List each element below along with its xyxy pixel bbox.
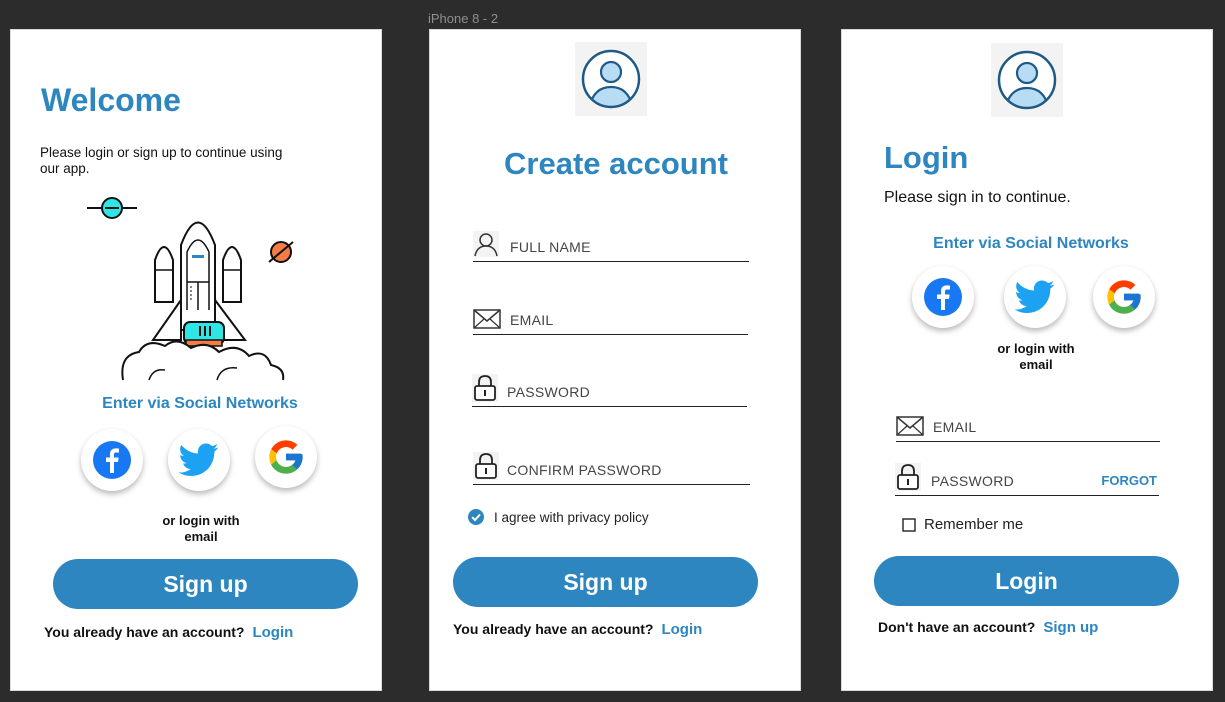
- footer-text: You already have an account?: [44, 624, 245, 640]
- social-heading: Enter via Social Networks: [933, 235, 1129, 252]
- page-title: Create account: [504, 146, 728, 181]
- twitter-icon: [1015, 280, 1055, 313]
- confirm-password-placeholder: CONFIRM PASSWORD: [507, 462, 662, 478]
- email-field[interactable]: EMAIL: [473, 301, 748, 335]
- footer-text: Don't have an account?: [878, 619, 1036, 635]
- full-name-placeholder: FULL NAME: [510, 239, 591, 255]
- footer-text: You already have an account?: [453, 621, 654, 637]
- footer: You already have an account? Login: [44, 624, 293, 641]
- facebook-button[interactable]: [912, 266, 974, 328]
- login-button[interactable]: Login: [874, 556, 1179, 606]
- full-name-field[interactable]: FULL NAME: [473, 228, 749, 262]
- social-heading: Enter via Social Networks: [102, 395, 298, 412]
- or-login-text: or login with email: [162, 513, 240, 544]
- signup-link[interactable]: Sign up: [1043, 619, 1098, 636]
- facebook-icon: [924, 278, 962, 316]
- login-link[interactable]: Login: [661, 621, 702, 638]
- planet-icon: [87, 197, 137, 219]
- twitter-button[interactable]: [1004, 266, 1066, 328]
- user-avatar-icon: [997, 50, 1057, 110]
- remember-label: Remember me: [924, 516, 1024, 533]
- login-link[interactable]: Login: [252, 624, 293, 641]
- check-circle-icon: [468, 509, 484, 525]
- signup-button[interactable]: Sign up: [453, 557, 758, 607]
- remember-me-checkbox[interactable]: Remember me: [902, 516, 1023, 533]
- mail-icon: [896, 416, 924, 436]
- twitter-button[interactable]: [168, 429, 230, 491]
- user-avatar-icon: [581, 49, 641, 109]
- google-icon: [1107, 280, 1141, 314]
- password-placeholder: PASSWORD: [931, 473, 1015, 489]
- lock-icon: [472, 374, 498, 402]
- agree-label: I agree with privacy policy: [494, 509, 649, 525]
- facebook-icon: [93, 441, 131, 479]
- user-icon: [473, 231, 499, 257]
- page-subtitle: Please login or sign up to continue usin…: [40, 145, 283, 176]
- avatar: [991, 43, 1063, 117]
- email-field[interactable]: EMAIL: [896, 408, 1160, 442]
- lock-icon: [473, 452, 499, 480]
- google-button[interactable]: [1093, 266, 1155, 328]
- google-icon: [269, 440, 303, 474]
- email-placeholder: EMAIL: [933, 419, 977, 435]
- lock-icon: [895, 463, 921, 491]
- password-field[interactable]: PASSWORD FORGOT: [895, 462, 1159, 496]
- frame-label: iPhone 8 - 2: [428, 11, 499, 26]
- facebook-button[interactable]: [81, 429, 143, 491]
- signup-button[interactable]: Sign up: [53, 559, 358, 609]
- or-login-text: or login with email: [997, 341, 1075, 372]
- page-subtitle: Please sign in to continue.: [884, 189, 1071, 206]
- password-placeholder: PASSWORD: [507, 384, 591, 400]
- avatar: [575, 42, 647, 116]
- planet-icon: [268, 241, 294, 263]
- password-field[interactable]: PASSWORD: [472, 373, 747, 407]
- welcome-screen: Welcome Please login or sign up to conti…: [10, 29, 382, 691]
- footer: Don't have an account? Sign up: [878, 619, 1098, 636]
- page-title: Login: [884, 140, 969, 175]
- page-title: Welcome: [41, 82, 181, 118]
- confirm-password-field[interactable]: CONFIRM PASSWORD: [473, 451, 750, 485]
- footer: You already have an account? Login: [453, 621, 702, 638]
- checkbox-icon: [902, 517, 916, 532]
- email-placeholder: EMAIL: [510, 312, 554, 328]
- agree-checkbox[interactable]: I agree with privacy policy: [468, 509, 649, 525]
- mail-icon: [473, 309, 501, 329]
- login-screen: Login Please sign in to continue. Enter …: [841, 29, 1213, 691]
- google-button[interactable]: [255, 426, 317, 488]
- forgot-link[interactable]: FORGOT: [1101, 473, 1157, 488]
- create-account-screen: Create account FULL NAME EMAIL PASSWORD …: [429, 29, 801, 691]
- twitter-icon: [179, 443, 219, 476]
- rocket-illustration: [87, 197, 294, 381]
